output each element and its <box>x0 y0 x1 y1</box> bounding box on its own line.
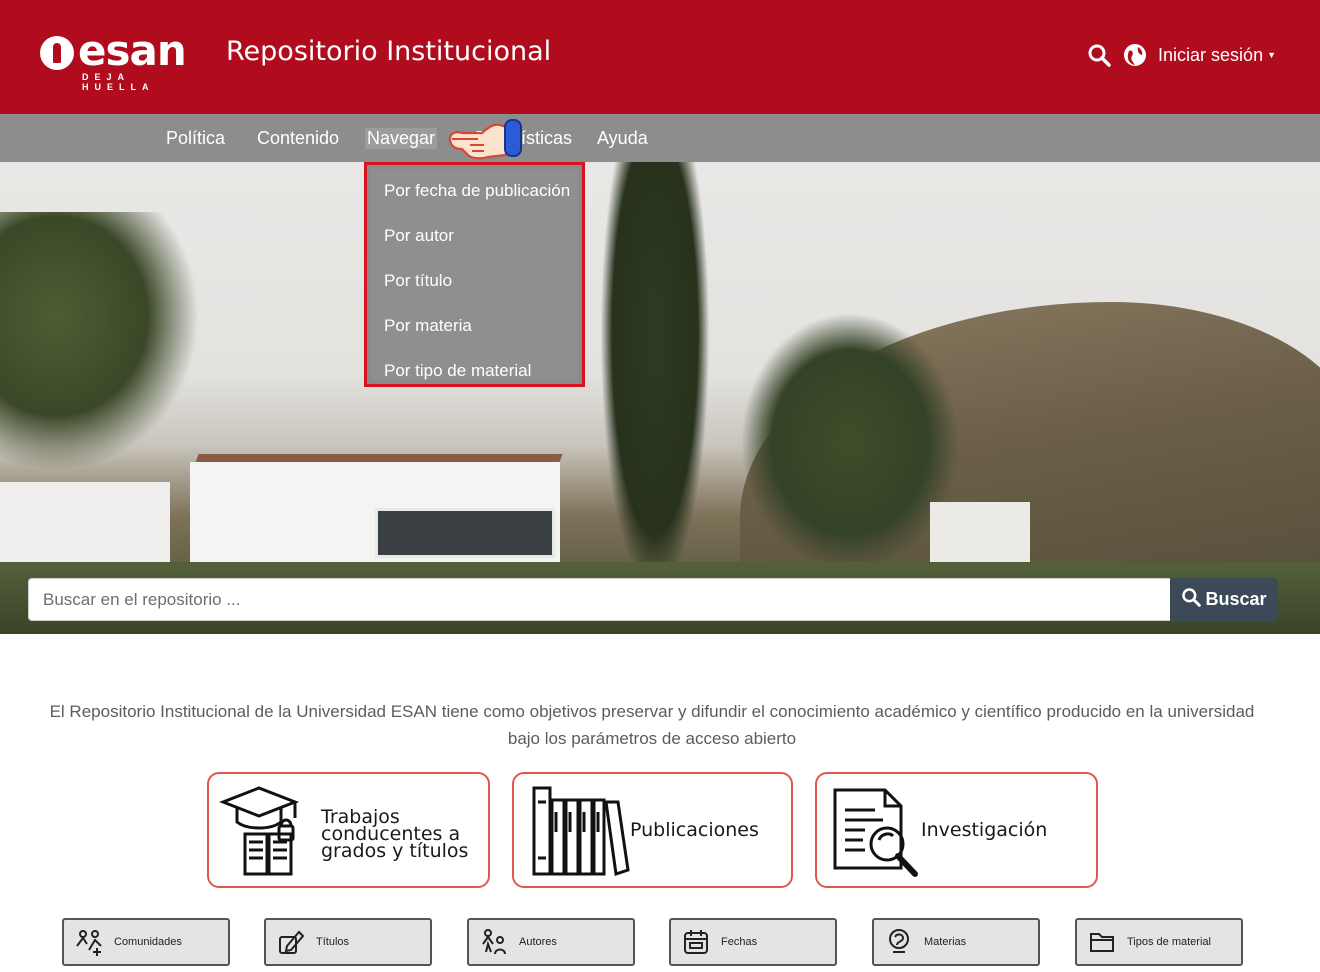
authors-icon <box>479 927 509 957</box>
hero-palm <box>0 212 200 472</box>
logo-drop-icon <box>40 36 74 70</box>
card-investigacion[interactable]: Investigación <box>815 772 1098 888</box>
community-icon <box>74 927 104 957</box>
calendar-icon <box>681 927 711 957</box>
document-magnifier-icon <box>827 782 927 878</box>
hand-pointer-icon <box>448 117 528 163</box>
card-trabajos-label-3: grados y títulos <box>321 840 469 862</box>
login-button[interactable]: Iniciar sesión ▼ <box>1158 45 1276 66</box>
card-publicaciones-label: Publicaciones <box>630 819 759 841</box>
logo-tagline: DEJA HUELLA <box>82 72 155 92</box>
subject-icon <box>884 927 914 957</box>
search-icon <box>1181 587 1202 612</box>
quick-link-comunidades[interactable]: Comunidades <box>62 918 230 966</box>
search-input[interactable] <box>28 578 1170 621</box>
navegar-dropdown: Por fecha de publicación Por autor Por t… <box>364 162 585 387</box>
quick-link-autores-label: Autores <box>519 936 557 948</box>
card-trabajos[interactable]: Trabajos conducentes a grados y títulos <box>207 772 490 888</box>
site-title[interactable]: Repositorio Institucional <box>226 36 551 67</box>
edit-note-icon <box>276 927 306 957</box>
quick-link-tipos-label: Tipos de material <box>1127 936 1211 948</box>
quick-link-materias[interactable]: Materias <box>872 918 1040 966</box>
library-books-icon <box>524 782 630 878</box>
card-publicaciones[interactable]: Publicaciones <box>512 772 793 888</box>
repository-description: El Repositorio Institucional de la Unive… <box>49 702 1255 748</box>
graduation-books-icon <box>218 782 319 878</box>
site-header: esan DEJA HUELLA Repositorio Institucion… <box>0 0 1320 114</box>
search-button-label: Buscar <box>1205 589 1267 609</box>
logo-word: esan <box>78 26 187 75</box>
quick-link-comunidades-label: Comunidades <box>114 936 182 948</box>
nav-politica[interactable]: Política <box>166 128 225 149</box>
nav-navegar[interactable]: Navegar <box>365 128 438 149</box>
quick-link-materias-label: Materias <box>924 936 967 948</box>
header-actions: Iniciar sesión ▼ <box>1086 42 1276 68</box>
folder-icon <box>1087 927 1117 957</box>
hero-campus-image <box>0 162 1320 634</box>
quick-link-autores[interactable]: Autores <box>467 918 635 966</box>
menu-item-fecha[interactable]: Por fecha de publicación <box>384 181 570 201</box>
hero-window <box>375 508 555 558</box>
quick-link-fechas[interactable]: Fechas <box>669 918 837 966</box>
search-icon[interactable] <box>1086 42 1112 68</box>
dropdown-menu: Por fecha de publicación Por autor Por t… <box>371 169 578 380</box>
hero-pine-tree <box>600 162 710 592</box>
main-nav: Política Contenido Navegar Estadísticas … <box>0 114 1320 162</box>
menu-item-materia[interactable]: Por materia <box>384 316 472 336</box>
esan-logo[interactable]: esan DEJA HUELLA <box>40 26 200 92</box>
caret-down-icon: ▼ <box>1267 50 1276 60</box>
login-label: Iniciar sesión <box>1158 44 1264 65</box>
menu-item-titulo[interactable]: Por título <box>384 271 452 291</box>
language-globe-icon[interactable] <box>1122 42 1148 68</box>
quick-link-tipos[interactable]: Tipos de material <box>1075 918 1243 966</box>
search-button[interactable]: Buscar <box>1170 578 1278 621</box>
quick-link-fechas-label: Fechas <box>721 936 758 948</box>
hero-tree <box>740 312 960 572</box>
card-investigacion-label: Investigación <box>921 819 1048 841</box>
quick-link-titulos-label: Títulos <box>316 936 350 948</box>
nav-ayuda[interactable]: Ayuda <box>597 128 648 149</box>
menu-item-tipo[interactable]: Por tipo de material <box>384 361 531 381</box>
menu-item-autor[interactable]: Por autor <box>384 226 454 246</box>
quick-link-titulos[interactable]: Títulos <box>264 918 432 966</box>
nav-contenido[interactable]: Contenido <box>257 128 339 149</box>
